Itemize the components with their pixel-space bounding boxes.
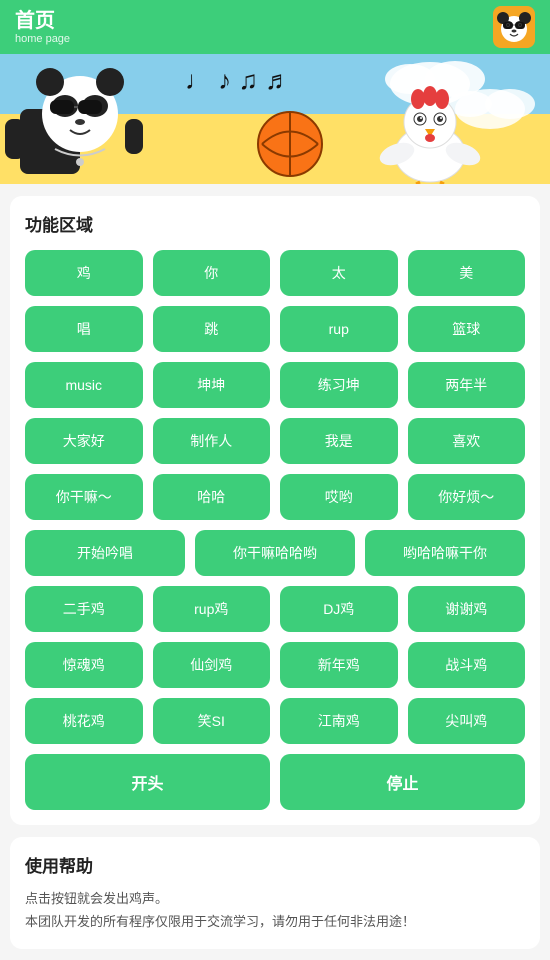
btn-xianjianji[interactable]: 仙剑鸡 bbox=[153, 642, 271, 688]
btn-ershouji[interactable]: 二手鸡 bbox=[25, 586, 143, 632]
btn-niganna2[interactable]: 你干嘛哈哈哟 bbox=[195, 530, 355, 576]
btn-nihaofa[interactable]: 你好烦～ bbox=[408, 474, 526, 520]
btn-jianjiaoji[interactable]: 尖叫鸡 bbox=[408, 698, 526, 744]
btn-row-7: 二手鸡 rup鸡 DJ鸡 谢谢鸡 bbox=[25, 586, 525, 632]
help-card: 使用帮助 点击按钮就会发出鸡声。 本团队开发的所有程序仅限用于交流学习，请勿用于… bbox=[10, 837, 540, 949]
action-row: 开头 停止 bbox=[25, 754, 525, 810]
stop-button[interactable]: 停止 bbox=[280, 754, 525, 810]
btn-ji[interactable]: 鸡 bbox=[25, 250, 143, 296]
header-left: 首页 home page bbox=[15, 9, 70, 45]
btn-zhandouji[interactable]: 战斗鸡 bbox=[408, 642, 526, 688]
btn-kaishiyinchang[interactable]: 开始吟唱 bbox=[25, 530, 185, 576]
btn-music[interactable]: music bbox=[25, 362, 143, 408]
btn-jiangnanji[interactable]: 江南鸡 bbox=[280, 698, 398, 744]
btn-xixiaji[interactable]: 谢谢鸡 bbox=[408, 586, 526, 632]
banner: ♩ ♪ ♫ ♬ bbox=[0, 54, 550, 184]
btn-rupji[interactable]: rup鸡 bbox=[153, 586, 271, 632]
svg-text:♩ ♪ ♫ ♬: ♩ ♪ ♫ ♬ bbox=[185, 65, 291, 95]
btn-xihuan[interactable]: 喜欢 bbox=[408, 418, 526, 464]
btn-row-4: 大家好 制作人 我是 喜欢 bbox=[25, 418, 525, 464]
btn-row-1: 鸡 你 太 美 bbox=[25, 250, 525, 296]
btn-rup[interactable]: rup bbox=[280, 306, 398, 352]
page-title-en: home page bbox=[15, 33, 70, 45]
btn-row-3: music 坤坤 练习坤 两年半 bbox=[25, 362, 525, 408]
btn-dajiahao[interactable]: 大家好 bbox=[25, 418, 143, 464]
feature-card: 功能区域 鸡 你 太 美 唱 跳 rup 篮球 music 坤坤 练习坤 两年半… bbox=[10, 196, 540, 825]
btn-row-5: 你干嘛～ 哈哈 哎哟 你好烦～ bbox=[25, 474, 525, 520]
btn-chang[interactable]: 唱 bbox=[25, 306, 143, 352]
btn-tiao[interactable]: 跳 bbox=[153, 306, 271, 352]
feature-title: 功能区域 bbox=[25, 211, 525, 236]
btn-djji[interactable]: DJ鸡 bbox=[280, 586, 398, 632]
btn-lianxikun[interactable]: 练习坤 bbox=[280, 362, 398, 408]
btn-lol[interactable]: 哟哈哈嘛干你 bbox=[365, 530, 525, 576]
btn-zhizuoren[interactable]: 制作人 bbox=[153, 418, 271, 464]
btn-xiaosi[interactable]: 笑SI bbox=[153, 698, 271, 744]
btn-kunkun[interactable]: 坤坤 bbox=[153, 362, 271, 408]
btn-taohuaji[interactable]: 桃花鸡 bbox=[25, 698, 143, 744]
btn-lanqiu[interactable]: 篮球 bbox=[408, 306, 526, 352]
btn-row-8: 惊魂鸡 仙剑鸡 新年鸡 战斗鸡 bbox=[25, 642, 525, 688]
btn-ni[interactable]: 你 bbox=[153, 250, 271, 296]
btn-haha[interactable]: 哈哈 bbox=[153, 474, 271, 520]
btn-aiyo[interactable]: 哎哟 bbox=[280, 474, 398, 520]
btn-mei[interactable]: 美 bbox=[408, 250, 526, 296]
help-line-1: 点击按钮就会发出鸡声。 bbox=[25, 887, 525, 910]
btn-xinnianj[interactable]: 新年鸡 bbox=[280, 642, 398, 688]
btn-niganna[interactable]: 你干嘛～ bbox=[25, 474, 143, 520]
btn-row-6: 开始吟唱 你干嘛哈哈哟 哟哈哈嘛干你 bbox=[25, 530, 525, 576]
btn-row-2: 唱 跳 rup 篮球 bbox=[25, 306, 525, 352]
help-line-2: 本团队开发的所有程序仅限用于交流学习，请勿用于任何非法用途！ bbox=[25, 910, 525, 933]
btn-row-9: 桃花鸡 笑SI 江南鸡 尖叫鸡 bbox=[25, 698, 525, 744]
btn-tai[interactable]: 太 bbox=[280, 250, 398, 296]
start-button[interactable]: 开头 bbox=[25, 754, 270, 810]
btn-jinghunji[interactable]: 惊魂鸡 bbox=[25, 642, 143, 688]
page-title-zh: 首页 bbox=[15, 9, 70, 33]
help-title: 使用帮助 bbox=[25, 852, 525, 877]
header: 首页 home page bbox=[0, 0, 550, 54]
btn-woshi[interactable]: 我是 bbox=[280, 418, 398, 464]
avatar[interactable] bbox=[493, 6, 535, 48]
btn-liangnianban[interactable]: 两年半 bbox=[408, 362, 526, 408]
